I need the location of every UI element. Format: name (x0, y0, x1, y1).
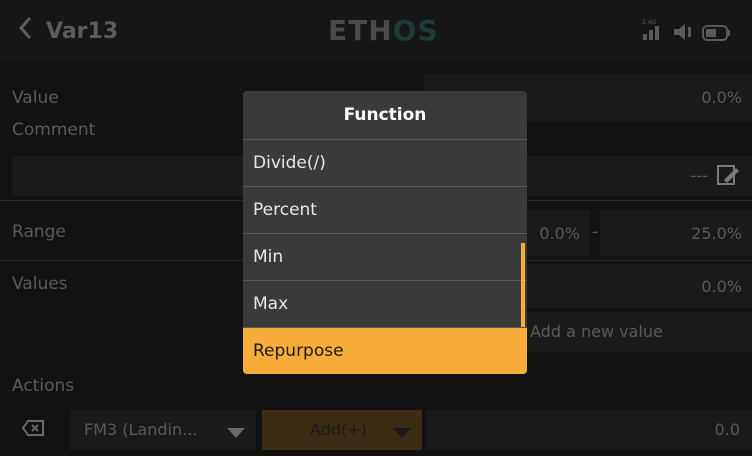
add-value-button[interactable]: Add a new value (500, 312, 752, 352)
values-cell[interactable]: 0.0% (500, 264, 752, 308)
option-repurpose[interactable]: Repurpose (243, 327, 527, 374)
range-min-value: 0.0% (539, 224, 580, 243)
add-value-label: Add a new value (530, 322, 663, 341)
value-label: Value (12, 88, 59, 108)
option-percent[interactable]: Percent (243, 186, 527, 232)
dropdown-title: Function (343, 105, 427, 125)
screen: Var13 ETHOS 2.4G 0.0% Value Comment --- … (0, 0, 752, 456)
action-source-select[interactable]: FM3 (Landin... (70, 410, 256, 450)
edit-icon[interactable] (716, 164, 740, 190)
actions-bar: FM3 (Landin... Add(+) 0.0 (0, 404, 752, 456)
svg-text:2.4G: 2.4G (642, 19, 657, 26)
back-button[interactable]: Var13 (18, 0, 118, 62)
option-divide[interactable]: Divide(/) (243, 139, 527, 185)
range-separator: - (592, 222, 599, 242)
chevron-down-icon (226, 424, 246, 443)
range-max-field[interactable]: 25.0% (600, 210, 752, 256)
function-dropdown: Function Divide(/) Percent Min Max Repur… (243, 91, 527, 374)
speaker-icon (672, 22, 694, 46)
action-source-value: FM3 (Landin... (84, 420, 198, 439)
status-icons: 2.4G (642, 18, 732, 46)
dropdown-scrollbar[interactable] (521, 243, 525, 327)
comment-label: Comment (12, 120, 96, 140)
ethos-logo: ETHOS (328, 14, 439, 47)
header-bar: Var13 ETHOS 2.4G (0, 0, 752, 62)
value-value: 0.0% (701, 88, 742, 107)
action-value-field[interactable]: 0.0 (426, 410, 752, 450)
battery-icon (702, 24, 732, 46)
action-function-value: Add(+) (310, 420, 367, 439)
comment-value: --- (690, 166, 708, 185)
values-label: Values (12, 274, 68, 294)
action-value: 0.0 (714, 420, 740, 439)
actions-label: Actions (12, 376, 75, 396)
signal-icon: 2.4G (642, 18, 664, 46)
range-max-value: 25.0% (691, 224, 742, 243)
values-value: 0.0% (701, 277, 742, 296)
chevron-down-icon (392, 424, 412, 443)
page-title: Var13 (46, 18, 119, 44)
option-min[interactable]: Min (243, 233, 527, 279)
action-function-select[interactable]: Add(+) (262, 410, 422, 450)
chevron-left-icon (18, 16, 32, 46)
range-label: Range (12, 222, 66, 242)
option-max[interactable]: Max (243, 280, 527, 326)
delete-icon[interactable] (21, 420, 44, 440)
